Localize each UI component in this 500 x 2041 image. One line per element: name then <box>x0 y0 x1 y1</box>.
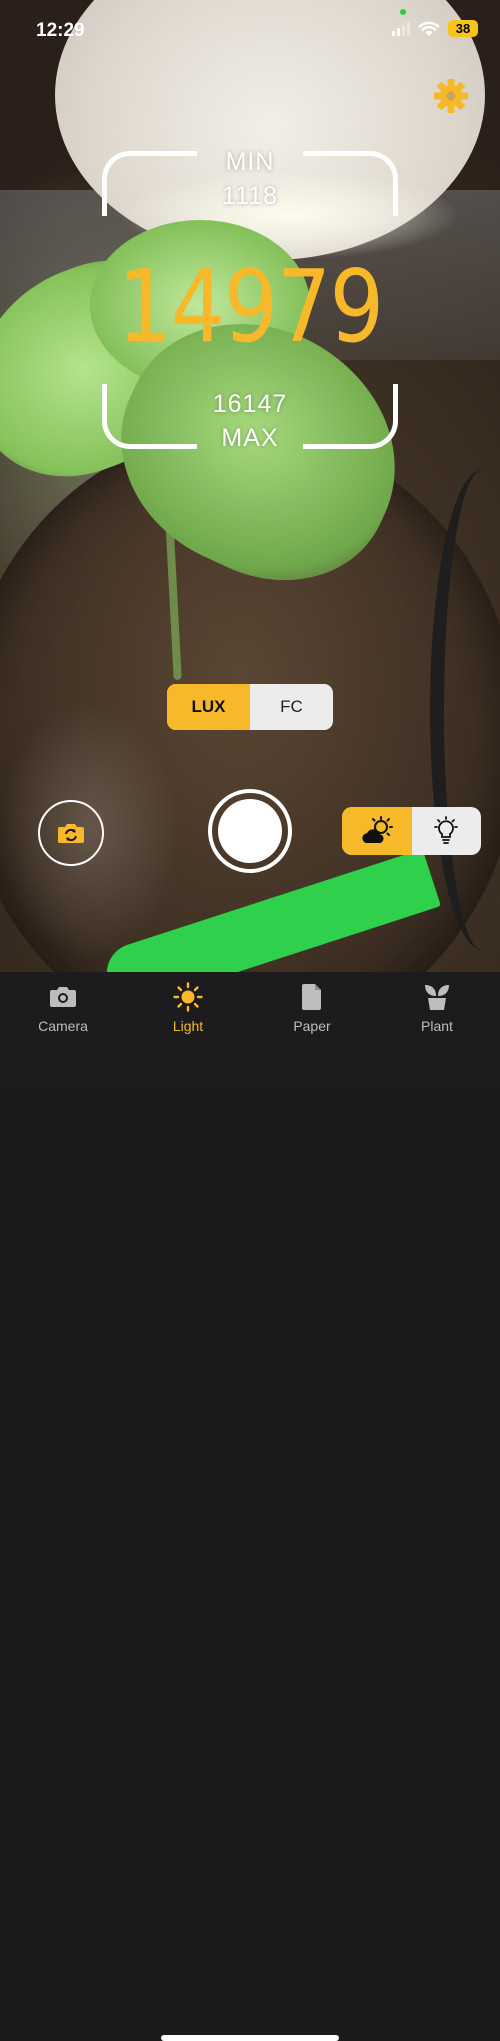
tab-camera-label: Camera <box>38 1018 88 1034</box>
tab-plant[interactable]: Plant <box>387 982 487 1034</box>
home-indicator[interactable] <box>161 2035 339 2041</box>
gear-icon[interactable] <box>433 78 469 114</box>
sun-cloud-icon <box>362 816 393 843</box>
unit-fc-button[interactable]: FC <box>250 684 333 730</box>
bulb-icon <box>434 816 459 844</box>
wifi-icon <box>418 21 440 36</box>
tab-paper-label: Paper <box>293 1018 331 1034</box>
capture-button[interactable] <box>208 789 292 873</box>
flip-camera-button[interactable] <box>38 800 104 866</box>
min-value: 1118 <box>222 182 278 210</box>
flip-camera-icon <box>58 824 84 843</box>
tab-camera[interactable]: Camera <box>13 982 113 1034</box>
tab-light[interactable]: Light <box>138 982 238 1034</box>
tab-light-label: Light <box>172 1018 204 1034</box>
max-label: MAX <box>221 424 279 452</box>
tab-plant-label: Plant <box>421 1018 453 1034</box>
document-icon <box>302 984 321 1010</box>
artificial-light-mode-button[interactable] <box>412 807 482 855</box>
unit-lux-button[interactable]: LUX <box>167 684 250 730</box>
max-value: 16147 <box>212 390 288 418</box>
capture-button-inner <box>218 799 282 863</box>
light-source-toggle <box>342 807 481 855</box>
light-reading: 14979 <box>117 248 385 365</box>
status-time: 12:29 <box>36 20 85 41</box>
camera-icon <box>50 987 76 1007</box>
sun-icon <box>173 982 203 1012</box>
signal-icon <box>392 21 410 36</box>
sunlight-mode-button[interactable] <box>342 807 412 855</box>
status-icons: 38 <box>392 20 478 37</box>
tab-paper[interactable]: Paper <box>262 982 362 1034</box>
plant-icon <box>425 985 449 1010</box>
unit-toggle: LUX FC <box>167 684 333 730</box>
battery-icon: 38 <box>448 20 478 37</box>
min-label: MIN <box>225 148 275 176</box>
camera-in-use-indicator <box>400 9 406 15</box>
tab-bar: Camera Light Paper Plant <box>0 972 500 2041</box>
